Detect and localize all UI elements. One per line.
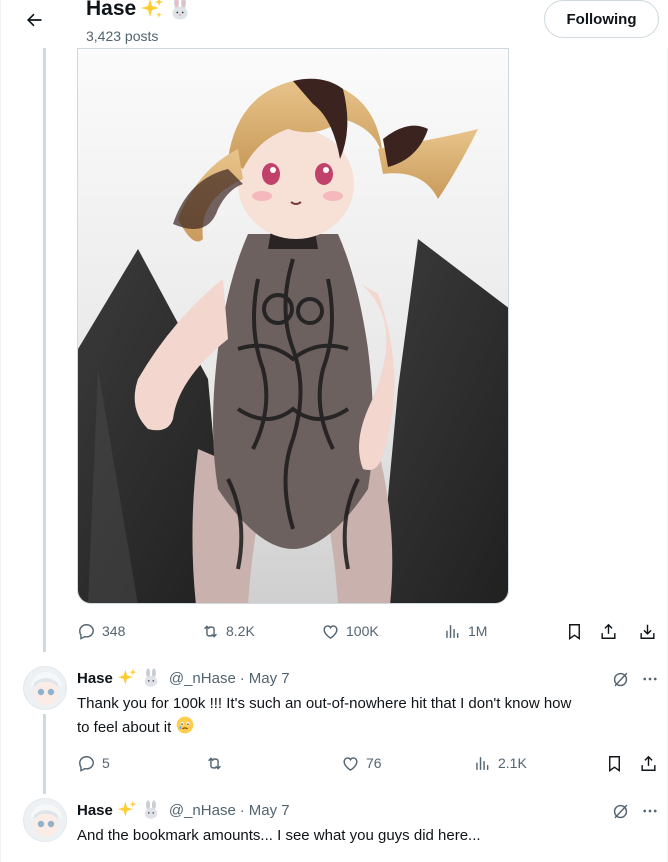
more-icon	[643, 809, 657, 813]
sparkles-icon	[117, 800, 137, 817]
post-date[interactable]: May 7	[249, 670, 290, 687]
post-count: 3,423 posts	[86, 28, 159, 44]
bookmark-button[interactable]	[605, 750, 624, 776]
grok-button[interactable]	[609, 668, 631, 690]
reply-text: Thank you for 100k !!! It's such an out-…	[77, 693, 659, 739]
reply-text-line: Thank you for 100k !!! It's such an out-…	[77, 695, 572, 712]
like-button[interactable]: 100K	[321, 618, 379, 644]
more-icon	[643, 677, 657, 681]
heart-icon	[323, 624, 338, 639]
separator: ·	[239, 801, 245, 819]
rabbit-icon	[144, 668, 158, 687]
sparkles-icon	[117, 668, 137, 685]
reply-count: 5	[102, 755, 110, 771]
view-count: 1M	[468, 623, 488, 639]
reply-count: 348	[102, 623, 126, 639]
avatar-image	[24, 667, 66, 709]
following-button[interactable]: Following	[544, 0, 659, 38]
views-button[interactable]: 1M	[443, 618, 487, 644]
grok-icon	[613, 804, 627, 818]
post-actions: 348 8.2K 100K 1M	[77, 618, 661, 644]
author-name[interactable]: Hase	[77, 802, 113, 819]
avatar[interactable]	[23, 798, 67, 842]
views-button[interactable]: 2.1K	[473, 750, 527, 776]
repost-button[interactable]	[205, 750, 230, 776]
author-handle[interactable]: @_nHase	[169, 670, 236, 687]
reply-text-line: to feel about it	[77, 719, 172, 736]
illustration-image	[78, 49, 508, 603]
reply-icon	[79, 755, 94, 772]
rabbit-icon	[144, 800, 158, 819]
reply-header: Hase @_nHase · May 7	[77, 668, 290, 688]
view-count: 2.1K	[498, 755, 527, 771]
reply-post[interactable]: Hase @_nHase · May 7 Thank you for 100k …	[1, 664, 668, 784]
grok-button[interactable]	[609, 800, 631, 822]
download-icon	[640, 624, 655, 639]
author-name[interactable]: Hase	[77, 670, 113, 687]
thread-line	[43, 48, 46, 652]
reply-header: Hase @_nHase · May 7	[77, 800, 290, 820]
reply-button[interactable]: 348	[77, 618, 125, 644]
bookmark-icon	[609, 755, 620, 772]
bookmark-icon	[569, 623, 580, 640]
sparkles-icon	[141, 0, 164, 18]
like-count: 76	[366, 755, 382, 771]
repost-count: 8.2K	[226, 623, 255, 639]
reply-text: And the bookmark amounts... I see what y…	[77, 825, 659, 847]
repost-icon	[204, 624, 217, 638]
share-button[interactable]	[599, 618, 618, 644]
more-button[interactable]	[639, 668, 661, 690]
reply-text-line-2: to feel about it	[77, 715, 659, 739]
rabbit-icon	[172, 0, 188, 20]
face-holding-back-tears-icon	[177, 716, 194, 734]
share-button[interactable]	[639, 750, 658, 776]
avatar-image	[24, 799, 66, 841]
bookmark-button[interactable]	[565, 618, 584, 644]
post-date[interactable]: May 7	[249, 802, 290, 819]
back-button[interactable]	[19, 5, 49, 35]
avatar[interactable]	[23, 666, 67, 710]
repost-icon	[208, 756, 221, 770]
like-count: 100K	[346, 623, 379, 639]
reply-actions: 5 76 2.1K	[77, 750, 661, 776]
profile-name: Hase	[86, 0, 137, 20]
more-button[interactable]	[639, 800, 661, 822]
repost-button[interactable]: 8.2K	[201, 618, 255, 644]
arrow-left-icon	[27, 13, 42, 27]
separator: ·	[239, 669, 245, 687]
grok-icon	[613, 672, 627, 686]
heart-icon	[343, 756, 358, 771]
analytics-icon	[476, 756, 489, 770]
page-title: Hase	[86, 0, 192, 21]
reply-button[interactable]: 5	[77, 750, 110, 776]
share-icon	[601, 623, 616, 639]
reply-icon	[79, 623, 94, 640]
post-image[interactable]	[77, 48, 509, 604]
analytics-icon	[446, 624, 459, 638]
reply-post[interactable]: Hase @_nHase · May 7 And the bookmark am…	[1, 796, 668, 862]
profile-header: Hase 3,423 posts Following	[1, 0, 668, 48]
share-icon	[641, 755, 656, 771]
like-button[interactable]: 76	[341, 750, 382, 776]
author-handle[interactable]: @_nHase	[169, 802, 236, 819]
download-button[interactable]	[638, 618, 657, 644]
reply-text-line: And the bookmark amounts... I see what y…	[77, 827, 481, 844]
timeline: Hase 3,423 posts Following 348 8.2K 100K…	[0, 0, 668, 862]
